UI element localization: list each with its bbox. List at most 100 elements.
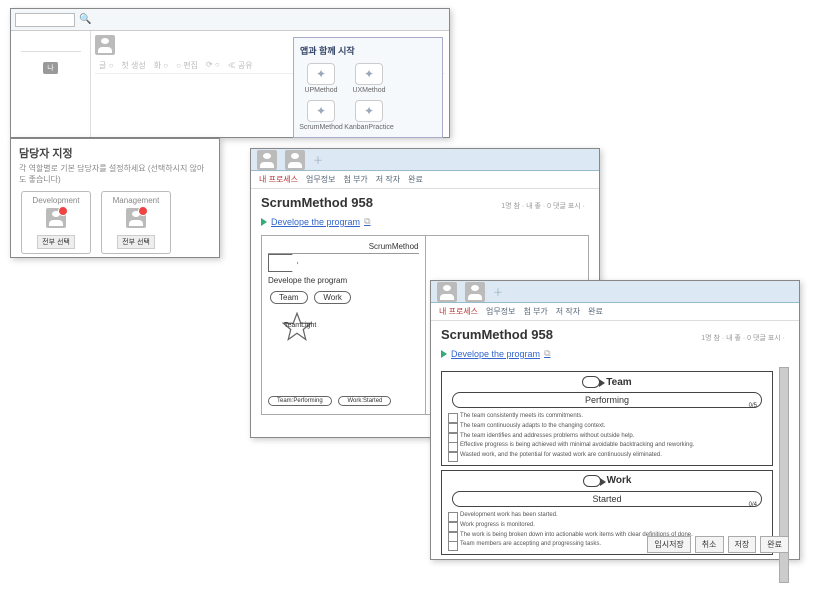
activity-link[interactable]: Develope the program ⧉ (251, 216, 599, 231)
window-header: ＋ (251, 149, 599, 171)
app-icon: ✦ (307, 63, 335, 85)
star-icon: ✦ (364, 67, 374, 81)
search-icon[interactable]: 🔍 (79, 14, 91, 25)
checklist-item[interactable]: The team consistently meets its commitme… (446, 412, 768, 422)
meta-text: 1명 참 · 내 좋 · 0 댓글 표시 · (701, 333, 785, 343)
state-fraction: 0/4 (749, 502, 757, 508)
user-icon[interactable] (257, 150, 277, 170)
checklist-item[interactable]: The team identifies and addresses proble… (446, 432, 768, 442)
cancel-button[interactable]: 취소 (695, 536, 724, 553)
star-icon: ✦ (316, 104, 326, 118)
apps-title: 앱과 함께 시작 (300, 44, 436, 57)
assign-dialog: 담당자 지정 각 역할별로 기본 담당자를 설정하세요 (선택하시지 않아도 좋… (10, 138, 220, 258)
state-chip[interactable]: Work:Started (338, 396, 391, 406)
user-icon[interactable] (465, 282, 485, 302)
checklist-item[interactable]: Work progress is monitored. (446, 521, 768, 531)
app-item[interactable]: ✦ UXMethod (348, 63, 390, 94)
app-icon: ✦ (355, 100, 383, 122)
tab-workinfo[interactable]: 업무정보 (306, 174, 335, 185)
button-row: 임시저장 취소 저장 완료 (647, 536, 789, 553)
dialog-subtitle: 각 역할별로 기본 담당자를 설정하세요 (선택하시지 않아도 좋습니다) (11, 163, 219, 191)
dialog-title: 담당자 지정 (11, 139, 219, 163)
checklist-item[interactable]: Effective progress is being achieved wit… (446, 441, 768, 451)
tab-author[interactable]: 저 작자 (376, 174, 400, 185)
toolbar-item[interactable]: ⟳ ○ (206, 60, 220, 71)
toolbar-item[interactable]: 글 ○ (99, 60, 113, 71)
alert-badge-icon (58, 206, 68, 216)
toolbar-item[interactable]: ○ 편집 (176, 60, 198, 71)
state-name: Started (592, 494, 621, 504)
apps-panel: 앱과 함께 시작 ✦ UPMethod ✦ UXMethod ✦ ScrumMetho… (293, 37, 443, 138)
popout-icon[interactable]: ⧉ (364, 216, 370, 227)
toolbar-item[interactable]: 화 ○ (154, 60, 168, 71)
sidebar-line (21, 51, 81, 52)
alpha-name: Work (607, 475, 632, 486)
checklist-item[interactable]: Wasted work, and the potential for waste… (446, 451, 768, 461)
competency-star-icon: TeamLight (282, 312, 312, 342)
play-icon (441, 350, 447, 358)
toolbar-item[interactable]: 첫 생성 (121, 60, 145, 71)
complete-button[interactable]: 완료 (760, 536, 789, 553)
tab-author[interactable]: 저 작자 (556, 306, 580, 317)
user-tag[interactable]: 나 (43, 62, 57, 74)
checklist-item[interactable]: The team continuously adapts to the chan… (446, 422, 768, 432)
alpha-name: Team (606, 377, 631, 388)
user-icon[interactable] (437, 282, 457, 302)
activity-link-label: Develope the program (271, 217, 360, 227)
state-pill[interactable]: Performing0/5 (452, 392, 762, 408)
popout-icon[interactable]: ⧉ (544, 348, 550, 359)
left-sidebar: 나 (11, 31, 91, 137)
state-chip[interactable]: Team:Performing (268, 396, 332, 406)
app-item[interactable]: ✦KanbanPractice (348, 100, 390, 131)
activity-label: Develope the program (268, 276, 419, 285)
role-card[interactable]: Management 전부 선택 (101, 191, 171, 254)
save-button[interactable]: 저장 (728, 536, 757, 553)
tab-process[interactable]: 내 프로세스 (259, 174, 298, 185)
tab-done[interactable]: 완료 (588, 306, 603, 317)
app-label: UXMethod (352, 87, 385, 94)
checklist-item[interactable]: Development work has been started. (446, 511, 768, 521)
browser-window: 🔍 나 글 ○ 첫 생성 화 ○ ○ 편집 ⟳ ○ ≪ 공유 앱과 함께 시작 … (10, 8, 450, 138)
role-label: Development (32, 196, 79, 205)
url-input[interactable] (15, 13, 75, 27)
add-icon[interactable]: ＋ (493, 284, 503, 299)
meta-text: 1명 참 · 내 좋 · 0 댓글 표시 · (501, 201, 585, 211)
app-item[interactable]: ✦ UPMethod (300, 63, 342, 94)
tab-bar: 내 프로세스 업무정보 첨 부가 저 작자 완료 (251, 171, 599, 189)
star-label: TeamLight (284, 322, 316, 329)
alpha-card-team: Team Performing0/5 The team consistently… (441, 371, 773, 466)
tab-done[interactable]: 완료 (408, 174, 423, 185)
tab-workinfo[interactable]: 업무정보 (486, 306, 515, 317)
toolbar-item[interactable]: ≪ 공유 (228, 60, 253, 71)
add-icon[interactable]: ＋ (313, 152, 323, 167)
hexagon-icon (268, 254, 298, 272)
window-header: ＋ (431, 281, 799, 303)
tab-attach[interactable]: 첨 부가 (343, 174, 367, 185)
activity-link[interactable]: Develope the program ⧉ (431, 348, 799, 363)
select-all-button[interactable]: 전부 선택 (37, 235, 75, 249)
state-pill[interactable]: Started 0/4 (452, 491, 762, 507)
app-label: KanbanPractice (344, 124, 393, 131)
alpha-chip[interactable]: Team (270, 291, 308, 304)
select-all-button[interactable]: 전부 선택 (117, 235, 155, 249)
user-icon[interactable] (285, 150, 305, 170)
tempsave-button[interactable]: 임시저장 (647, 536, 690, 553)
app-icon: ✦ (355, 63, 383, 85)
app-item[interactable]: ✦ ScrumMethod (300, 100, 342, 131)
alpha-icon (583, 475, 601, 487)
app-label: UPMethod (304, 87, 337, 94)
alpha-icon (582, 376, 600, 388)
alpha-chip[interactable]: Work (314, 291, 351, 304)
diagram-header: ScrumMethod (268, 242, 419, 254)
tab-process[interactable]: 내 프로세스 (439, 306, 478, 317)
activity-link-label: Develope the program (451, 349, 540, 359)
star-icon: ✦ (364, 104, 374, 118)
tab-attach[interactable]: 첨 부가 (523, 306, 547, 317)
address-bar: 🔍 (11, 9, 449, 31)
card-window: ＋ 내 프로세스 업무정보 첨 부가 저 작자 완료 ScrumMethod 9… (430, 280, 800, 560)
role-card[interactable]: Development 전부 선택 (21, 191, 91, 254)
diagram-left: ScrumMethod Develope the program Team Wo… (262, 236, 426, 414)
user-icon[interactable] (95, 35, 115, 55)
app-label: ScrumMethod (299, 124, 343, 131)
play-icon (261, 218, 267, 226)
